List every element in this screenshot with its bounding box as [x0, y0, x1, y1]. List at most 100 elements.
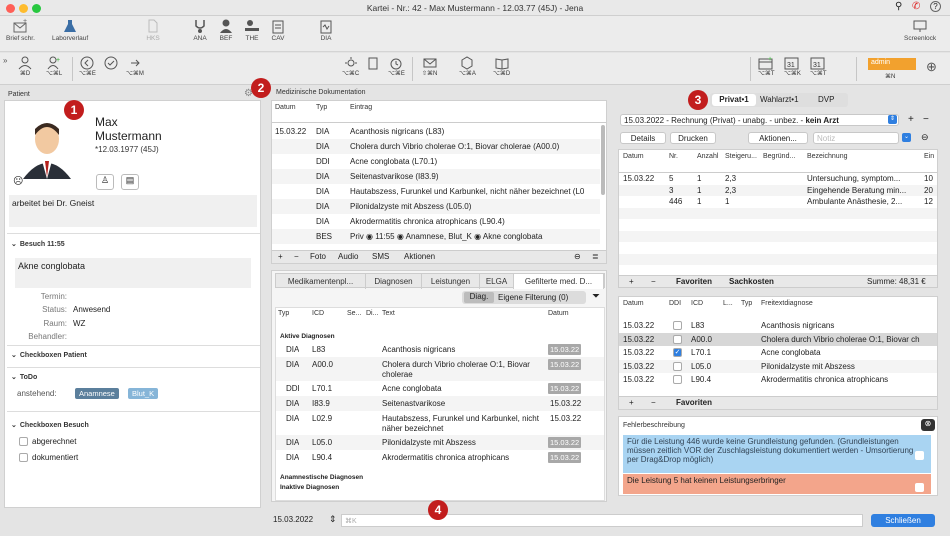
tab-wahlarzt[interactable]: Wahlarzt•1 — [760, 95, 799, 104]
command-input[interactable]: ⌘K — [341, 514, 863, 527]
visit-checkboxes-header[interactable]: ⌄ Checkboxen Besuch — [11, 421, 89, 429]
icd-row[interactable]: 15.03.22 A00.0 Cholera durch Vibrio choler… — [619, 332, 937, 346]
actions-button[interactable]: Aktionen — [404, 252, 435, 261]
billing-row[interactable] — [619, 253, 937, 265]
add-button[interactable]: + — [629, 277, 634, 286]
diagnosis-row[interactable]: DIA L05.0 Pilonidalzyste mit Abszess 15.03.… — [276, 435, 604, 450]
tab-filtered[interactable]: Gefilterte med. D... — [514, 274, 604, 289]
icd-row[interactable]: 15.03.22 ✓ L70.1 Acne conglobata — [619, 346, 937, 360]
scrollbar[interactable] — [601, 125, 605, 195]
tab-services[interactable]: Leistungen — [422, 274, 480, 289]
select-stepper-icon[interactable]: ⇕ — [888, 115, 897, 124]
patient-note[interactable]: arbeitet bei Dr. Gneist — [9, 195, 257, 227]
diagnosis-row[interactable]: DIA L90.4 Akrodermatitis chronica atrophic… — [276, 450, 604, 474]
add-button[interactable]: + — [629, 398, 634, 407]
todo-tag[interactable]: Anamnese — [75, 388, 119, 399]
material-costs-button[interactable]: Sachkosten — [729, 277, 774, 286]
user-badge[interactable]: admin — [868, 58, 916, 70]
diagnosis-row[interactable]: DIA L83 Acanthosis nigricans 15.03.22 — [276, 342, 604, 357]
visit-reason[interactable]: Akne conglobata — [15, 258, 251, 288]
help-icon[interactable]: ? — [930, 1, 941, 12]
billing-row[interactable] — [619, 230, 937, 242]
billing-row[interactable]: 3 1 2,3 Eingehende Beratung min... 20 — [619, 184, 937, 196]
phone-icon[interactable]: ✆ — [912, 1, 920, 12]
diagnosis-row[interactable]: DDI L70.1 Acne conglobata 15.03.22 — [276, 381, 604, 396]
remove-button[interactable]: − — [651, 277, 656, 286]
med-doc-row[interactable]: 15.03.22 DIA Acanthosis nigricans (L83) — [272, 124, 600, 139]
footer-date[interactable]: 15.03.2022 — [273, 515, 313, 524]
calendar-button[interactable]: 31 ⌥⌘K — [784, 56, 801, 77]
dia-button[interactable]: DIA — [318, 18, 334, 42]
diagnosis-row[interactable]: DIA L02.9 Hautabszess, Furunkel und Karbun… — [276, 411, 604, 435]
billing-row[interactable]: 446 1 1 Ambulante Anästhesie, 2... 12 — [619, 196, 937, 208]
calendar-today-button[interactable]: 31 ⌥⌘T — [810, 56, 827, 77]
cav-button[interactable]: CAV — [270, 18, 286, 42]
tab-elga[interactable]: ELGA — [480, 274, 514, 289]
sms-button[interactable]: SMS — [372, 252, 389, 261]
remove-button[interactable]: − — [651, 398, 656, 407]
favorites-button[interactable]: Favoriten — [676, 277, 712, 286]
package-button[interactable]: ⌥⌘A — [459, 56, 476, 77]
search-icon[interactable]: ⚲ — [895, 1, 902, 12]
error-item[interactable]: Für die Leistung 446 wurde keine Grundle… — [623, 435, 931, 473]
med-doc-row[interactable]: DIA Hautabszess, Furunkel und Karbunkel, … — [272, 184, 600, 199]
add-appointment-button[interactable]: + ⌥⌘T — [758, 56, 775, 77]
visit-section-header[interactable]: ⌄ Besuch 11:55 — [11, 240, 65, 248]
check-button[interactable] — [104, 56, 118, 70]
med-doc-row[interactable]: DIA Seitenastvarikose (I83.9) — [272, 169, 600, 184]
ana-button[interactable]: ANA — [192, 18, 208, 42]
patient-profile-button[interactable]: ♙ — [96, 174, 114, 190]
group-inactive[interactable]: Inaktive Diagnosen — [280, 484, 339, 491]
diagnosis-row[interactable]: DIA A00.0 Cholera durch Vibrio cholerae O:… — [276, 357, 604, 381]
actions-button[interactable]: Aktionen... — [748, 132, 808, 144]
med-doc-row[interactable]: DDI Acne conglobata (L70.1) — [272, 154, 600, 169]
photo-button[interactable]: Foto — [310, 252, 326, 261]
diag-filter-button[interactable]: Diag. — [464, 292, 494, 303]
error-checkbox[interactable] — [915, 451, 924, 460]
tab-diagnoses[interactable]: Diagnosen — [366, 274, 422, 289]
billing-row[interactable] — [619, 207, 937, 219]
error-item[interactable]: Die Leistung 5 hat keinen Leistungserbri… — [623, 474, 931, 494]
letter-button[interactable]: + Brief schr. — [6, 18, 35, 42]
expand-icon[interactable]: » — [3, 56, 7, 65]
ddi-checkbox[interactable] — [673, 361, 682, 371]
minus-circle-icon[interactable]: ⊖ — [921, 132, 929, 143]
bef-button[interactable]: BEF — [218, 18, 234, 42]
billing-row[interactable] — [619, 219, 937, 231]
clipboard-button[interactable] — [366, 56, 380, 70]
hks-button[interactable]: HKS — [145, 18, 161, 42]
globe-icon[interactable]: ⊕ — [926, 59, 937, 75]
chevron-down-icon[interactable]: ⌄ — [902, 133, 911, 142]
forward-button[interactable]: ⌥⌘M — [126, 56, 144, 77]
close-icon[interactable]: ⊗ — [921, 419, 935, 431]
invoice-select[interactable]: 15.03.2022 - Rechnung (Privat) - unabg. … — [620, 114, 899, 126]
ddi-checkbox[interactable] — [673, 334, 682, 344]
med-doc-row[interactable]: DIA Cholera durch Vibrio cholerae O:1, Bi… — [272, 139, 600, 154]
stepper-icon[interactable]: ⇕ — [329, 514, 337, 525]
favorites-button[interactable]: Favoriten — [676, 398, 712, 407]
todo-tag[interactable]: Blut_K — [128, 388, 159, 399]
remove-button[interactable]: − — [294, 252, 299, 261]
minus-circle-icon[interactable]: ⊖ — [574, 252, 581, 261]
filter-icon[interactable]: ⏷ — [592, 291, 600, 302]
own-filter-button[interactable]: Eigene Filterung (0) — [498, 293, 568, 302]
visit-room[interactable]: WZ — [73, 319, 85, 328]
print-button[interactable]: Drucken — [670, 132, 716, 144]
note-input[interactable]: Notiz — [813, 132, 899, 144]
person-button[interactable]: ⌘D — [18, 56, 32, 77]
checkbox-dokumentiert[interactable]: dokumentiert — [19, 453, 78, 463]
alarm-button[interactable]: ⌥⌘E — [388, 56, 405, 77]
lamp-button[interactable]: ⌥⌘C — [342, 56, 359, 77]
ddi-checkbox[interactable] — [673, 375, 682, 384]
billing-row[interactable] — [619, 242, 937, 254]
lab-history-button[interactable]: Laborverlauf — [52, 18, 88, 42]
remove-invoice-button[interactable]: − — [923, 114, 929, 125]
icd-row[interactable]: 15.03.22 L83 Acanthosis nigricans — [619, 319, 937, 333]
tab-privat[interactable]: Privat•1 — [712, 94, 756, 106]
checkbox-abgerechnet[interactable]: abgerechnet — [19, 437, 76, 447]
screenlock-button[interactable]: Screenlock — [904, 18, 936, 42]
todo-header[interactable]: ⌄ ToDo — [11, 373, 37, 381]
the-button[interactable]: THE — [244, 18, 260, 42]
icd-row[interactable]: 15.03.22 L05.0 Pilonidalzyste mit Abszess — [619, 359, 937, 373]
close-button[interactable]: Schließen — [871, 514, 935, 527]
